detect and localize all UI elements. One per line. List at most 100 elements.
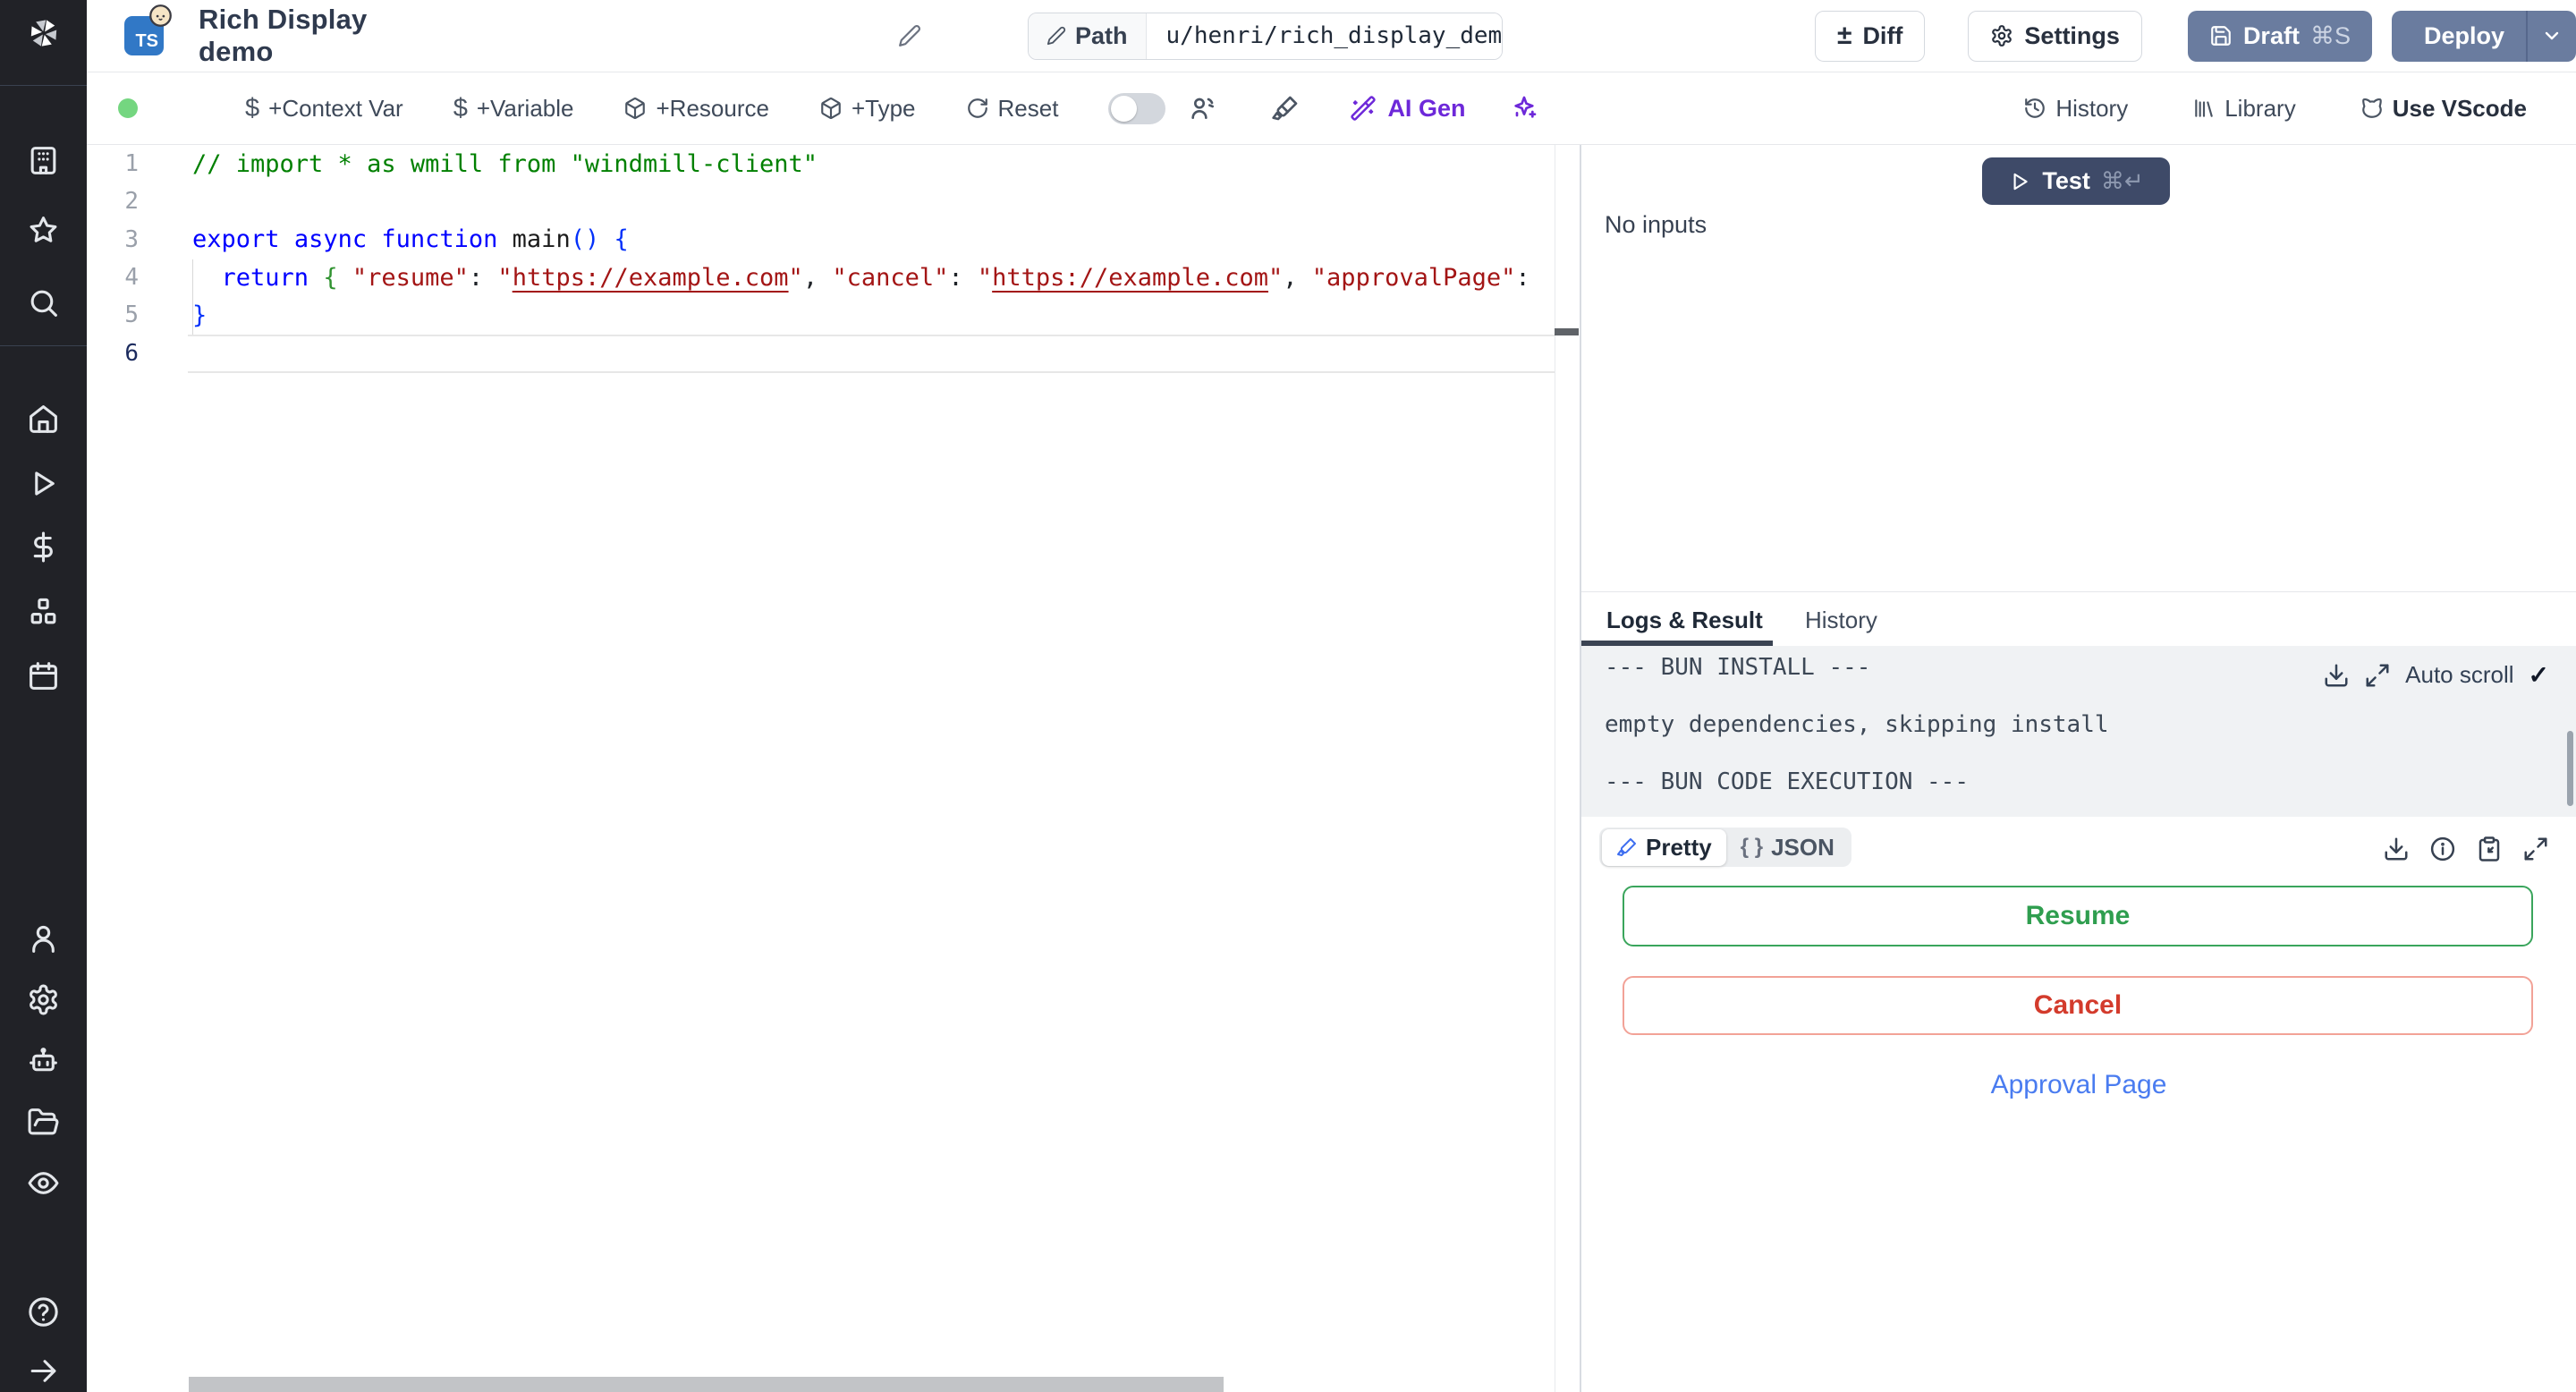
overview-ruler-cursor-mark [1555,328,1579,335]
approval-page-link[interactable]: Approval Page [1581,1070,2576,1100]
library-icon [2195,99,2213,117]
resume-button[interactable]: Resume [1623,886,2533,946]
vscode-cat-icon [2361,98,2382,118]
draft-shortcut: ⌘S [2309,21,2351,49]
sidebar-favorites-icon[interactable] [27,214,60,247]
use-vscode-label: Use VScode [2392,94,2527,122]
line-number: 1 [124,150,139,178]
sidebar-schedules-icon[interactable] [27,659,60,692]
download-logs-icon[interactable] [2323,662,2350,689]
use-vscode-button[interactable]: Use VScode [2360,95,2527,123]
toolbar-right-group: History Library Use VScode [2023,95,2527,123]
add-variable-button[interactable]: $ +Variable [453,94,574,123]
copy-to-clipboard-icon[interactable] [2476,836,2503,862]
format-brush-icon[interactable] [1271,94,1300,123]
code-line-2[interactable]: 2 [87,182,1555,220]
windmill-logo-icon[interactable] [23,13,64,54]
line-number: 4 [124,264,139,292]
sidebar-users-icon[interactable] [27,922,60,955]
connection-status-dot [118,98,138,118]
add-context-var-button[interactable]: $ +Context Var [245,94,403,123]
sidebar-variables-icon[interactable] [27,530,60,564]
tab-history[interactable]: History [1805,607,1877,634]
download-result-icon[interactable] [2383,836,2410,862]
typescript-label: TS [135,31,158,51]
code-line-3[interactable]: 3 export async function main() { [87,221,1555,259]
typescript-language-badge: TS [124,4,172,55]
script-header: TS Rich Display demo Path u/henri/rich_d… [87,0,2576,72]
info-icon[interactable] [2429,836,2456,862]
diff-mode-toggle[interactable] [1108,92,1166,124]
cancel-button[interactable]: Cancel [1623,976,2533,1035]
sidebar-settings-icon[interactable] [27,983,60,1016]
expand-logs-icon[interactable] [2364,662,2391,689]
draft-button[interactable]: Draft ⌘S [2187,10,2372,62]
page-title: Rich Display demo [199,4,368,67]
history-button[interactable]: History [2023,95,2128,123]
toggle-knob [1111,95,1138,122]
deploy-button[interactable]: Deploy [2391,10,2526,62]
windmill-app: TS Rich Display demo Path u/henri/rich_d… [0,0,2576,1392]
history-label: History [2055,94,2129,122]
test-run-button[interactable]: Test ⌘↵ [1982,157,2170,205]
line-number: 3 [124,225,139,253]
settings-button[interactable]: Settings [1968,10,2142,62]
sidebar-audit-logs-icon[interactable] [27,1167,60,1200]
deploy-dropdown-button[interactable] [2526,10,2576,62]
draft-label: Draft [2242,21,2300,49]
history-clock-icon [2025,98,2046,118]
path-label: Path [1075,21,1128,49]
sidebar-workspace-icon[interactable] [27,144,60,177]
sidebar-help-icon[interactable] [27,1295,60,1328]
sidebar-folders-icon[interactable] [27,1106,60,1139]
path-field[interactable]: Path u/henri/rich_display_demo [1028,12,1503,60]
code-line-6[interactable]: 6 [87,334,1555,371]
dollar-icon: $ [245,93,260,123]
diff-label: Diff [1862,21,1903,49]
result-view-toggle: Pretty { } JSON [1599,828,1852,867]
add-context-var-label: +Context Var [268,94,403,122]
tab-logs-and-result[interactable]: Logs & Result [1606,607,1763,634]
logs-scrollbar-thumb[interactable] [2567,731,2573,806]
sparkles-icon[interactable] [1510,94,1538,123]
deploy-label: Deploy [2423,21,2504,49]
sidebar-collapse-arrow-icon[interactable] [27,1354,60,1388]
code-text: // import * as wmill from "windmill-clie… [192,149,818,178]
chevron-down-icon [2545,31,2559,40]
sidebar-divider [0,85,87,86]
add-type-button[interactable]: +Type [819,95,916,123]
code-text: return { "resume": "https://example.com"… [221,263,1530,292]
code-line-4[interactable]: 4 return { "resume": "https://example.co… [87,259,1555,296]
reset-label: Reset [997,94,1059,122]
editor-horizontal-scrollbar[interactable] [189,1377,1224,1392]
ai-gen-button[interactable]: AI Gen [1350,95,1465,123]
auto-scroll-label: Auto scroll [2405,661,2514,688]
result-actions [2383,836,2549,862]
add-resource-button[interactable]: +Resource [623,95,769,123]
sidebar-runs-icon[interactable] [27,467,60,500]
sidebar-workers-icon[interactable] [27,1045,60,1078]
code-text: export async function main() { [192,225,629,254]
code-line-5[interactable]: 5} [87,296,1555,334]
reset-button[interactable]: Reset [966,94,1059,123]
auto-scroll-checkmark[interactable]: ✓ [2529,660,2549,690]
code-editor[interactable]: 1 // import * as wmill from "windmill-cli… [87,145,1580,1392]
edit-summary-pencil-icon[interactable] [898,24,921,47]
sidebar-home-icon[interactable] [27,403,60,436]
path-label-segment: Path [1029,13,1147,59]
braces-icon: { } [1740,835,1764,859]
code-line-1[interactable]: 1 // import * as wmill from "windmill-cli… [87,145,1555,182]
sidebar-search-icon[interactable] [27,286,60,319]
bun-runtime-icon [149,4,172,27]
multiplayer-icon[interactable] [1189,94,1217,123]
add-type-label: +Type [851,94,916,122]
json-view-button[interactable]: { } JSON [1726,829,1849,866]
brush-icon [1617,838,1636,856]
diff-button[interactable]: ± Diff [1814,10,1926,62]
library-button[interactable]: Library [2192,95,2296,123]
rotate-icon [967,98,987,118]
expand-result-icon[interactable] [2522,836,2549,862]
pretty-view-button[interactable]: Pretty [1602,828,1726,866]
sidebar-resources-icon[interactable] [27,595,60,628]
play-icon [2013,173,2029,190]
